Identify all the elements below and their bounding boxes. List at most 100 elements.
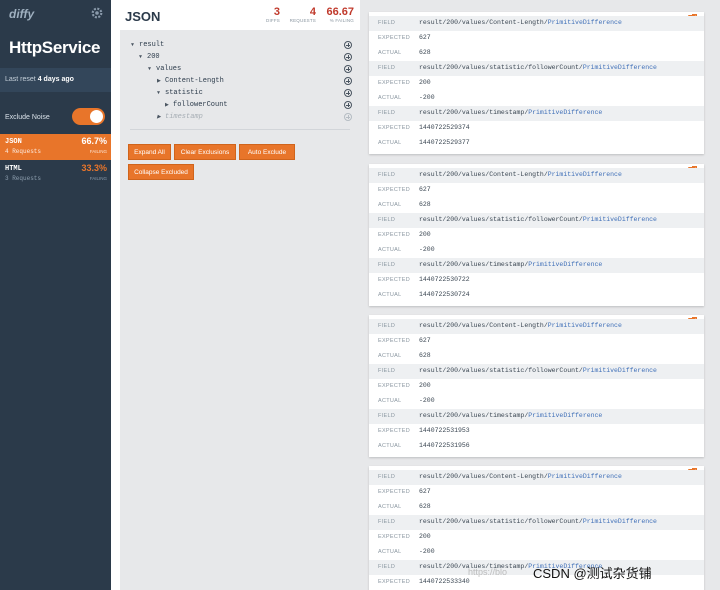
caret-down-icon[interactable]: ▼ [131, 42, 139, 48]
actual-value: -200 [419, 548, 435, 555]
field-tree-panel: ▼ result ▼ 200 ▼ values ▶ Content-Length ▼ st… [120, 30, 360, 590]
diff-list: FIELD result/200/values/Content-Length/P… [360, 0, 720, 590]
gear-icon[interactable] [90, 6, 104, 20]
difference-type-link[interactable]: PrimitiveDifference [528, 412, 602, 419]
field-path: result/200/values/statistic/followerCoun… [419, 216, 657, 223]
exclude-noise-toggle[interactable] [72, 108, 105, 125]
caret-right-icon[interactable]: ▶ [157, 78, 165, 84]
last-reset: Last reset 4 days ago [0, 68, 111, 92]
expected-row: EXPECTED 1440722531953 [369, 424, 704, 439]
exclude-toggle-icon[interactable] [344, 101, 352, 109]
caret-right-icon[interactable]: ▶ [157, 114, 165, 120]
field-row: FIELD result/200/values/Content-Length/P… [369, 16, 704, 31]
expected-key: EXPECTED [378, 338, 411, 344]
sidebar: diffy HttpService Last reset 4 days ago … [0, 0, 111, 590]
expected-value: 1440722531953 [419, 427, 470, 434]
difference-type-link[interactable]: PrimitiveDifference [583, 64, 657, 71]
expected-value: 200 [419, 79, 431, 86]
actual-value: -200 [419, 94, 435, 101]
path-text: result/200/values/statistic/followerCoun… [419, 367, 583, 374]
path-text: result/200/values/Content-Length/ [419, 322, 548, 329]
expected-key: EXPECTED [378, 277, 411, 283]
exclude-toggle-icon[interactable] [344, 53, 352, 61]
diff-card: FIELD result/200/values/Content-Length/P… [369, 315, 704, 457]
stat-label: % FAILING [329, 18, 354, 23]
path-text: result/200/values/Content-Length/ [419, 171, 548, 178]
exclude-toggle-icon[interactable] [344, 77, 352, 85]
endpoint-html[interactable]: HTML 3 Requests 33.3% FAILING [0, 161, 111, 187]
difference-type-link[interactable]: PrimitiveDifference [548, 322, 622, 329]
tree-node-content-length[interactable]: ▶ Content-Length [157, 77, 224, 85]
expected-value: 627 [419, 337, 431, 344]
endpoint-failing-label: FAILING [89, 176, 107, 181]
actual-value: -200 [419, 246, 435, 253]
field-row: FIELD result/200/values/statistic/follow… [369, 364, 704, 379]
difference-type-link[interactable]: PrimitiveDifference [583, 518, 657, 525]
field-key: FIELD [378, 474, 396, 480]
expected-key: EXPECTED [378, 232, 411, 238]
endpoint-failing-percent: 66.7% [81, 136, 107, 146]
actual-value: 628 [419, 49, 431, 56]
difference-type-link[interactable]: PrimitiveDifference [528, 109, 602, 116]
collapse-excluded-button[interactable]: Collapse Excluded [128, 164, 194, 180]
expected-row: EXPECTED 627 [369, 31, 704, 46]
actual-row: ACTUAL 628 [369, 500, 704, 515]
tree-node-label: 200 [147, 53, 160, 61]
caret-down-icon[interactable]: ▼ [148, 66, 156, 72]
difference-type-link[interactable]: PrimitiveDifference [548, 19, 622, 26]
expected-key: EXPECTED [378, 80, 411, 86]
last-reset-value: 4 days ago [37, 76, 74, 83]
auto-exclude-button[interactable]: Auto Exclude [239, 144, 295, 160]
difference-type-link[interactable]: PrimitiveDifference [528, 261, 602, 268]
expected-row: EXPECTED 627 [369, 334, 704, 349]
expected-key: EXPECTED [378, 489, 411, 495]
actual-value: -200 [419, 397, 435, 404]
expected-key: EXPECTED [378, 579, 411, 585]
divider [130, 129, 350, 130]
actual-row: ACTUAL 628 [369, 349, 704, 364]
expected-key: EXPECTED [378, 35, 411, 41]
exclude-noise-label: Exclude Noise [5, 114, 50, 121]
stat-failing: 66.67 % FAILING [326, 6, 354, 23]
expected-key: EXPECTED [378, 187, 411, 193]
actual-value: 628 [419, 352, 431, 359]
clear-exclusions-button[interactable]: Clear Exclusions [174, 144, 236, 160]
endpoint-json[interactable]: JSON 4 Requests 66.7% FAILING [0, 134, 111, 160]
tree-node-values[interactable]: ▼ values [148, 65, 181, 73]
caret-down-icon[interactable]: ▼ [157, 90, 165, 96]
expected-value: 200 [419, 382, 431, 389]
tree-node-result[interactable]: ▼ result [131, 41, 164, 49]
actual-key: ACTUAL [378, 202, 402, 208]
difference-type-link[interactable]: PrimitiveDifference [548, 171, 622, 178]
field-key: FIELD [378, 110, 396, 116]
endpoint-failing-percent: 33.3% [81, 163, 107, 173]
actual-row: ACTUAL -200 [369, 91, 704, 106]
expected-row: EXPECTED 627 [369, 183, 704, 198]
stat-value: 66.67 [326, 6, 354, 18]
field-path: result/200/values/statistic/followerCoun… [419, 367, 657, 374]
caret-down-icon[interactable]: ▼ [139, 54, 147, 60]
actual-row: ACTUAL 1440722529377 [369, 136, 704, 151]
tree-node-timestamp[interactable]: ▶ timestamp [157, 113, 203, 121]
actual-key: ACTUAL [378, 504, 402, 510]
caret-right-icon[interactable]: ▶ [165, 102, 173, 108]
exclude-toggle-icon[interactable] [344, 41, 352, 49]
difference-type-link[interactable]: PrimitiveDifference [548, 473, 622, 480]
path-text: result/200/values/statistic/followerCoun… [419, 216, 583, 223]
diffy-logo[interactable]: diffy [9, 7, 34, 21]
expand-all-button[interactable]: Expand All [128, 144, 171, 160]
tree-node-200[interactable]: ▼ 200 [139, 53, 160, 61]
field-key: FIELD [378, 323, 396, 329]
exclude-toggle-icon[interactable] [344, 113, 352, 121]
tree-node-follower-count[interactable]: ▶ followerCount [165, 101, 228, 109]
exclude-toggle-icon[interactable] [344, 65, 352, 73]
exclude-toggle-icon[interactable] [344, 89, 352, 97]
tree-node-label: timestamp [165, 113, 203, 121]
field-path: result/200/values/Content-Length/Primiti… [419, 171, 622, 178]
actual-value: 1440722531956 [419, 442, 470, 449]
toggle-knob [90, 110, 103, 123]
tree-node-statistic[interactable]: ▼ statistic [157, 89, 203, 97]
difference-type-link[interactable]: PrimitiveDifference [583, 367, 657, 374]
last-reset-prefix: Last reset [5, 76, 36, 83]
difference-type-link[interactable]: PrimitiveDifference [583, 216, 657, 223]
